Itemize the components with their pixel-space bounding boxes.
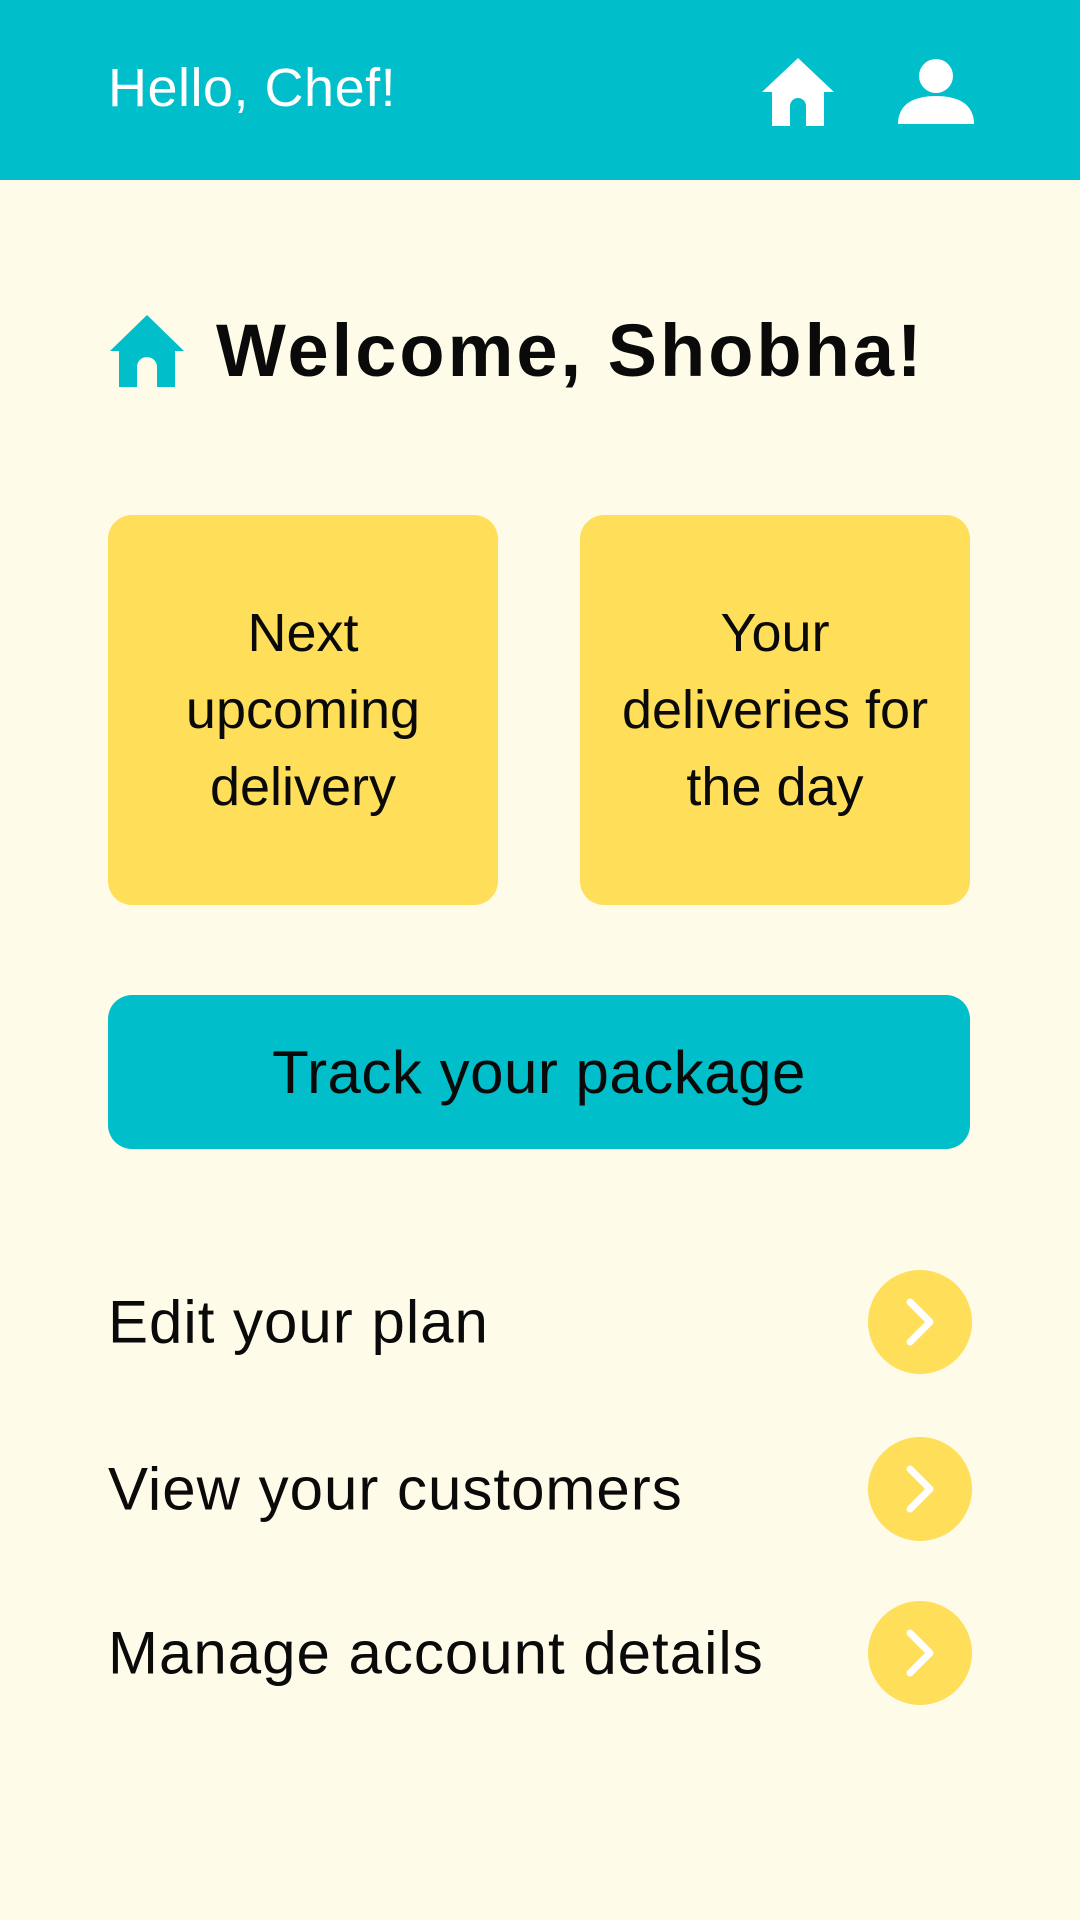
card-label: Next upcoming delivery	[185, 602, 421, 817]
next-delivery-card[interactable]: Next upcoming delivery	[108, 515, 498, 905]
menu-item-edit-plan[interactable]: Edit your plan	[108, 1270, 972, 1374]
chevron-right-icon[interactable]	[868, 1437, 972, 1541]
home-icon[interactable]	[758, 52, 838, 132]
menu-item-account-details[interactable]: Manage account details	[108, 1601, 972, 1705]
daily-deliveries-card[interactable]: Your deliveries for the day	[580, 515, 970, 905]
home-icon	[108, 313, 186, 389]
welcome-heading: Welcome, Shobha!	[108, 306, 925, 396]
menu-item-label: View your customers	[108, 1455, 683, 1523]
page-title: Welcome, Shobha!	[216, 309, 925, 392]
header-greeting: Hello, Chef!	[108, 58, 397, 118]
top-bar: Hello, Chef!	[0, 0, 1080, 180]
chevron-right-icon[interactable]	[868, 1270, 972, 1374]
menu-item-view-customers[interactable]: View your customers	[108, 1437, 972, 1541]
card-label: Your deliveries for the day	[621, 602, 929, 817]
menu-item-label: Edit your plan	[108, 1288, 489, 1356]
track-package-label: Track your package	[272, 1038, 806, 1106]
profile-icon[interactable]	[896, 52, 976, 132]
chevron-right-icon[interactable]	[868, 1601, 972, 1705]
track-package-button[interactable]: Track your package	[108, 995, 970, 1149]
menu-item-label: Manage account details	[108, 1619, 764, 1687]
